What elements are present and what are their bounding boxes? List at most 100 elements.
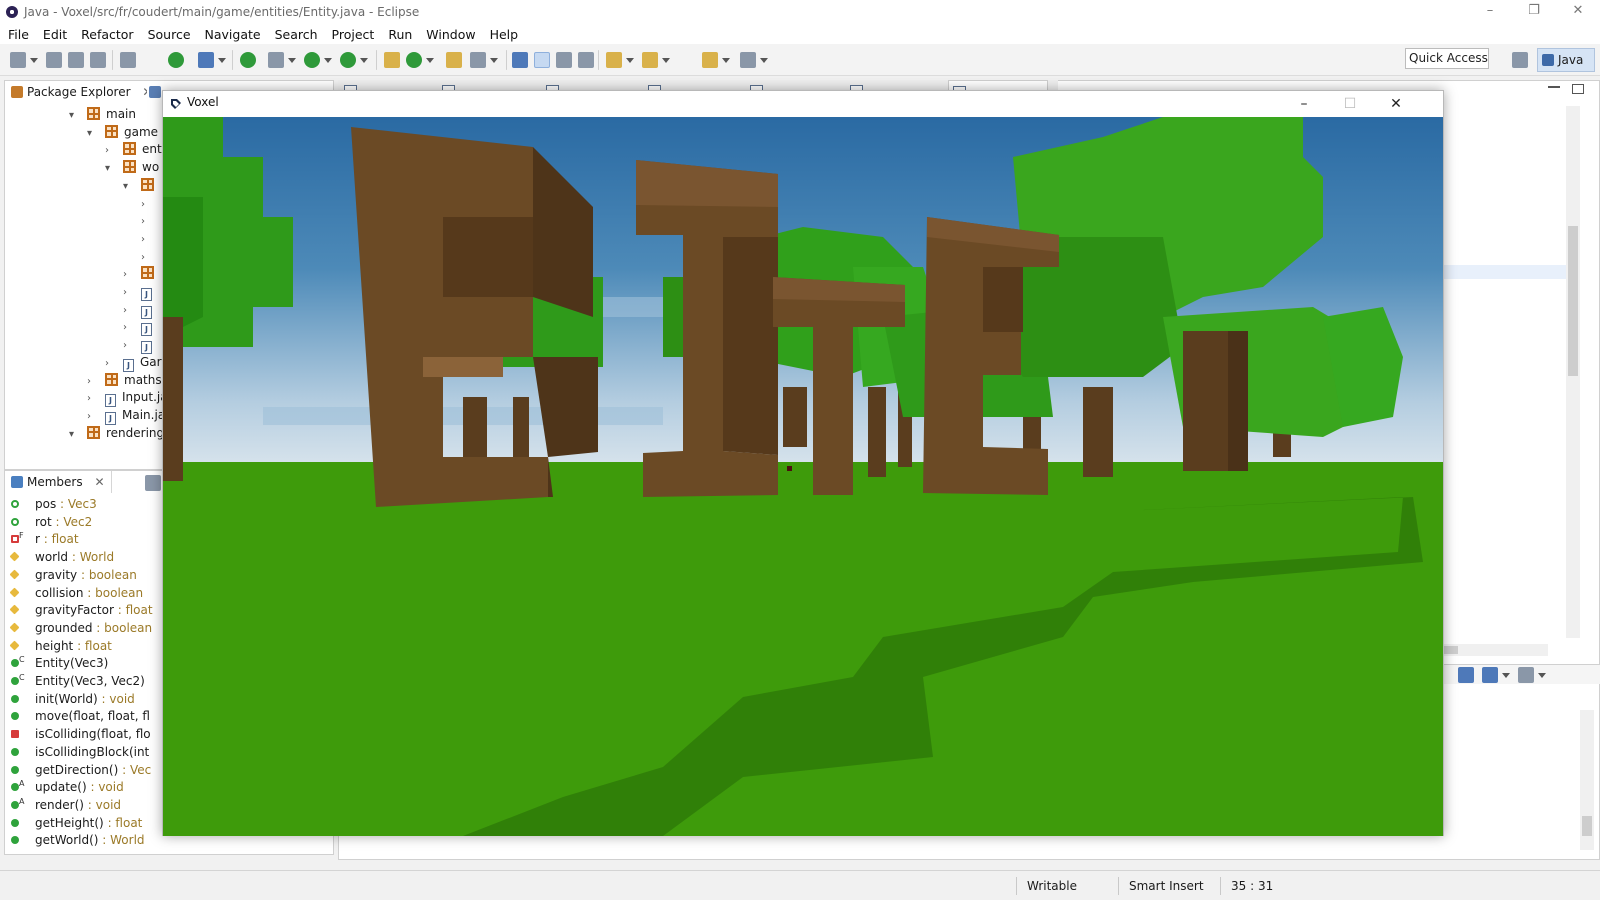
block-selection-icon[interactable] xyxy=(556,52,572,68)
menu-run[interactable]: Run xyxy=(388,27,412,42)
menu-search[interactable]: Search xyxy=(275,27,318,42)
voxel-game-window[interactable]: Voxel – ☐ ✕ xyxy=(162,90,1444,836)
voxel-titlebar[interactable]: Voxel – ☐ ✕ xyxy=(163,91,1443,117)
show-whitespace-icon[interactable] xyxy=(578,52,594,68)
tree-item[interactable]: ▾ xyxy=(123,176,160,194)
scrollbar-thumb[interactable] xyxy=(1568,226,1578,376)
member-item[interactable]: Aupdate() : void xyxy=(11,778,124,796)
toggle-mark-occurrences-icon[interactable] xyxy=(534,52,550,68)
new-dropdown-icon[interactable] xyxy=(30,58,38,63)
voxel-minimize-button[interactable]: – xyxy=(1281,91,1327,117)
tree-item[interactable]: › J Gar xyxy=(105,353,162,372)
new-icon[interactable] xyxy=(10,52,26,68)
tree-item[interactable]: › ent xyxy=(105,140,162,158)
open-type-icon[interactable] xyxy=(446,52,462,68)
chevron-down-icon[interactable]: ▾ xyxy=(105,160,117,178)
member-item[interactable]: Fr : float xyxy=(11,530,79,548)
tree-item[interactable]: › J Input.ja xyxy=(87,388,168,408)
run-dropdown-icon[interactable] xyxy=(324,58,332,63)
save-icon[interactable] xyxy=(46,52,62,68)
forward-icon[interactable] xyxy=(740,52,756,68)
tree-item[interactable]: › xyxy=(141,247,153,265)
tree-item[interactable]: › xyxy=(141,229,153,247)
tree-item[interactable]: › J xyxy=(123,317,158,337)
tab-package-explorer[interactable]: Package Explorer ✕ xyxy=(5,81,160,103)
debug-dropdown-icon[interactable] xyxy=(288,58,296,63)
forward-dropdown-icon[interactable] xyxy=(760,58,768,63)
minimize-view-icon[interactable] xyxy=(1548,86,1560,88)
terminal-icon[interactable] xyxy=(168,52,184,68)
member-item[interactable]: isColliding(float, flo xyxy=(11,725,151,743)
sort-icon[interactable] xyxy=(145,475,161,491)
member-item[interactable]: init(World) : void xyxy=(11,690,135,708)
menu-navigate[interactable]: Navigate xyxy=(205,27,261,42)
search-icon[interactable] xyxy=(470,52,486,68)
console-vertical-scrollbar[interactable] xyxy=(1580,710,1594,850)
tree-item[interactable]: › J xyxy=(123,282,158,301)
skip-breakpoints-icon[interactable] xyxy=(120,52,136,68)
menu-project[interactable]: Project xyxy=(332,27,375,42)
tree-item[interactable]: › J xyxy=(123,335,158,355)
member-item[interactable]: collision : boolean xyxy=(9,584,143,602)
member-item[interactable]: C Entity(Vec3, Vec2) xyxy=(11,672,145,690)
tree-item[interactable]: ▾ game xyxy=(87,123,158,141)
member-item[interactable]: C Entity(Vec3) xyxy=(11,654,108,672)
voxel-maximize-button[interactable]: ☐ xyxy=(1327,91,1373,117)
tree-item[interactable]: › xyxy=(123,264,160,282)
refresh-icon[interactable] xyxy=(240,52,256,68)
member-item[interactable]: gravityFactor : float xyxy=(9,601,153,619)
previous-edit-dropdown-icon[interactable] xyxy=(662,58,670,63)
coverage-dropdown-icon[interactable] xyxy=(360,58,368,63)
tree-item[interactable]: ▾ main xyxy=(69,105,136,123)
tree-item[interactable]: › maths xyxy=(87,371,162,389)
quick-access-input[interactable]: Quick Access xyxy=(1405,48,1489,69)
tree-item[interactable]: › xyxy=(141,211,153,229)
debug-icon[interactable] xyxy=(268,52,284,68)
editor-horizontal-scrollbar[interactable] xyxy=(340,847,1550,859)
member-item[interactable]: getDirection() : Vec xyxy=(11,761,151,779)
member-item[interactable]: pos : Vec3 xyxy=(11,495,97,513)
member-item[interactable]: gravity : boolean xyxy=(9,566,137,584)
previous-edit-icon[interactable] xyxy=(642,52,658,68)
new-class-icon[interactable] xyxy=(406,52,422,68)
member-item[interactable]: move(float, float, fl xyxy=(11,707,150,725)
chevron-down-icon[interactable]: ▾ xyxy=(69,426,81,444)
task-icon[interactable] xyxy=(198,52,214,68)
open-perspective-icon[interactable] xyxy=(1512,52,1528,68)
save-all-icon[interactable] xyxy=(68,52,84,68)
tree-item[interactable]: › xyxy=(141,194,153,212)
run-icon[interactable] xyxy=(304,52,320,68)
scrollbar-thumb[interactable] xyxy=(1582,816,1592,836)
member-item[interactable]: height : float xyxy=(9,637,112,655)
new-class-dropdown-icon[interactable] xyxy=(426,58,434,63)
menu-source[interactable]: Source xyxy=(148,27,191,42)
next-annotation-icon[interactable] xyxy=(512,52,528,68)
menu-refactor[interactable]: Refactor xyxy=(81,27,133,42)
new-java-project-icon[interactable] xyxy=(384,52,400,68)
pin-console-icon[interactable] xyxy=(1458,667,1474,683)
open-console-icon[interactable] xyxy=(1518,667,1534,683)
member-item[interactable]: world : World xyxy=(9,548,114,566)
member-item[interactable]: getHeight() : float xyxy=(11,814,142,832)
chevron-down-icon[interactable]: ▾ xyxy=(87,125,99,143)
editor-vertical-scrollbar[interactable] xyxy=(1566,106,1580,638)
coverage-icon[interactable] xyxy=(340,52,356,68)
open-console-dropdown-icon[interactable] xyxy=(1538,673,1546,678)
tree-item[interactable]: › J Main.ja xyxy=(87,406,165,425)
task-dropdown-icon[interactable] xyxy=(218,58,226,63)
menu-edit[interactable]: Edit xyxy=(43,27,67,42)
search-dropdown-icon[interactable] xyxy=(490,58,498,63)
next-edit-icon[interactable] xyxy=(606,52,622,68)
menu-file[interactable]: File xyxy=(8,27,29,42)
restore-button[interactable]: ❐ xyxy=(1512,0,1556,24)
game-viewport[interactable] xyxy=(163,117,1443,836)
close-icon[interactable]: ✕ xyxy=(94,475,104,489)
voxel-close-button[interactable]: ✕ xyxy=(1373,91,1419,117)
member-item[interactable]: getWorld() : World xyxy=(11,831,145,849)
tree-item[interactable]: ▾ rendering xyxy=(69,424,164,442)
tree-item[interactable]: ▾ wo xyxy=(105,158,159,176)
display-console-dropdown-icon[interactable] xyxy=(1502,673,1510,678)
member-item[interactable]: Arender() : void xyxy=(11,796,121,814)
display-console-icon[interactable] xyxy=(1482,667,1498,683)
java-perspective-button[interactable]: Java xyxy=(1537,48,1595,72)
